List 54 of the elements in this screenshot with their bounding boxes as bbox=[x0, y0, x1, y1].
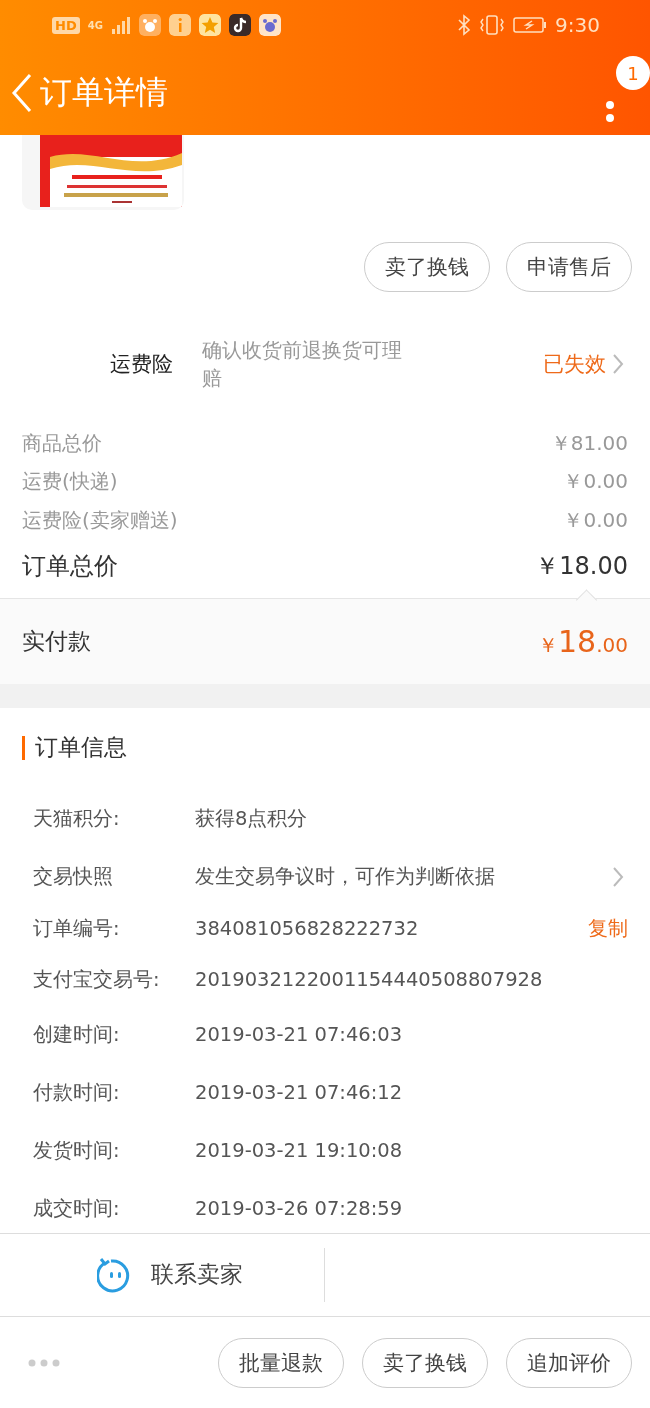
paw-icon bbox=[258, 14, 281, 36]
info-value: 2019-03-21 19:10:08 bbox=[195, 1139, 404, 1162]
info-label: 支付宝交易号: bbox=[33, 967, 161, 993]
info-value: 2019-03-21 07:46:12 bbox=[195, 1081, 404, 1104]
chevron-icon bbox=[612, 353, 624, 375]
hd-icon: HD bbox=[52, 16, 80, 34]
price-label: 运费(快递) bbox=[22, 468, 118, 496]
clock: 9:30 bbox=[555, 13, 600, 37]
info-value: 发生交易争议时，可作为判断依据 bbox=[195, 864, 496, 890]
action-button[interactable]: 申请售后 bbox=[506, 242, 632, 292]
info-value: 2019032122001154440508807928 bbox=[195, 968, 544, 991]
star-icon bbox=[198, 14, 221, 36]
price-value: ￥0.00 bbox=[563, 468, 628, 496]
network-label: 4G bbox=[87, 19, 103, 31]
info-value: 获得8点积分 bbox=[195, 806, 309, 832]
contact-seller-button[interactable]: 联系卖家 bbox=[0, 1247, 325, 1302]
price-value: ￥0.00 bbox=[563, 506, 628, 534]
info-label: 成交时间: bbox=[33, 1196, 121, 1222]
note-icon bbox=[228, 14, 251, 36]
info-label: 交易快照 bbox=[33, 864, 114, 890]
price-label: 商品总价 bbox=[22, 429, 102, 457]
action-button[interactable]: 卖了换钱 bbox=[364, 242, 490, 292]
more-icon[interactable] bbox=[28, 1358, 60, 1367]
info-value: 2019-03-26 07:28:59 bbox=[195, 1197, 404, 1220]
info-icon bbox=[168, 14, 191, 36]
paid-label: 实付款 bbox=[22, 626, 91, 656]
price-value: ￥81.00 bbox=[550, 429, 628, 457]
chevron-icon bbox=[612, 865, 624, 888]
total-label: 订单总价 bbox=[22, 550, 118, 582]
battery-icon bbox=[513, 16, 548, 34]
paw-icon bbox=[138, 14, 161, 36]
paid-amount: ￥18.00 bbox=[538, 623, 628, 659]
bluetooth-icon bbox=[457, 14, 472, 36]
info-label: 发货时间: bbox=[33, 1138, 121, 1164]
back-button[interactable] bbox=[10, 71, 34, 114]
action-button[interactable]: 批量退款 bbox=[218, 1337, 344, 1388]
info-value: 384081056828222732 bbox=[195, 917, 420, 940]
insurance-label: 运费险 bbox=[110, 351, 174, 378]
notification-badge: 1 bbox=[616, 56, 650, 90]
info-value: 2019-03-21 07:46:03 bbox=[195, 1023, 404, 1046]
price-label: 运费险(卖家赠送) bbox=[22, 506, 178, 534]
info-label: 付款时间: bbox=[33, 1080, 121, 1106]
action-button[interactable]: 卖了换钱 bbox=[362, 1337, 488, 1388]
action-button[interactable]: 追加评价 bbox=[506, 1337, 632, 1388]
insurance-description: 确认收货前退换货可理赔 bbox=[202, 337, 403, 392]
section-marker bbox=[22, 735, 25, 760]
signal-icon bbox=[110, 16, 131, 34]
info-label: 创建时间: bbox=[33, 1022, 121, 1048]
info-label: 天猫积分: bbox=[33, 806, 121, 832]
section-title: 订单信息 bbox=[35, 733, 127, 762]
total-value: ￥18.00 bbox=[535, 550, 628, 582]
vibrate-icon bbox=[479, 14, 506, 36]
info-label: 订单编号: bbox=[33, 916, 121, 942]
page-title: 订单详情 bbox=[40, 71, 168, 113]
